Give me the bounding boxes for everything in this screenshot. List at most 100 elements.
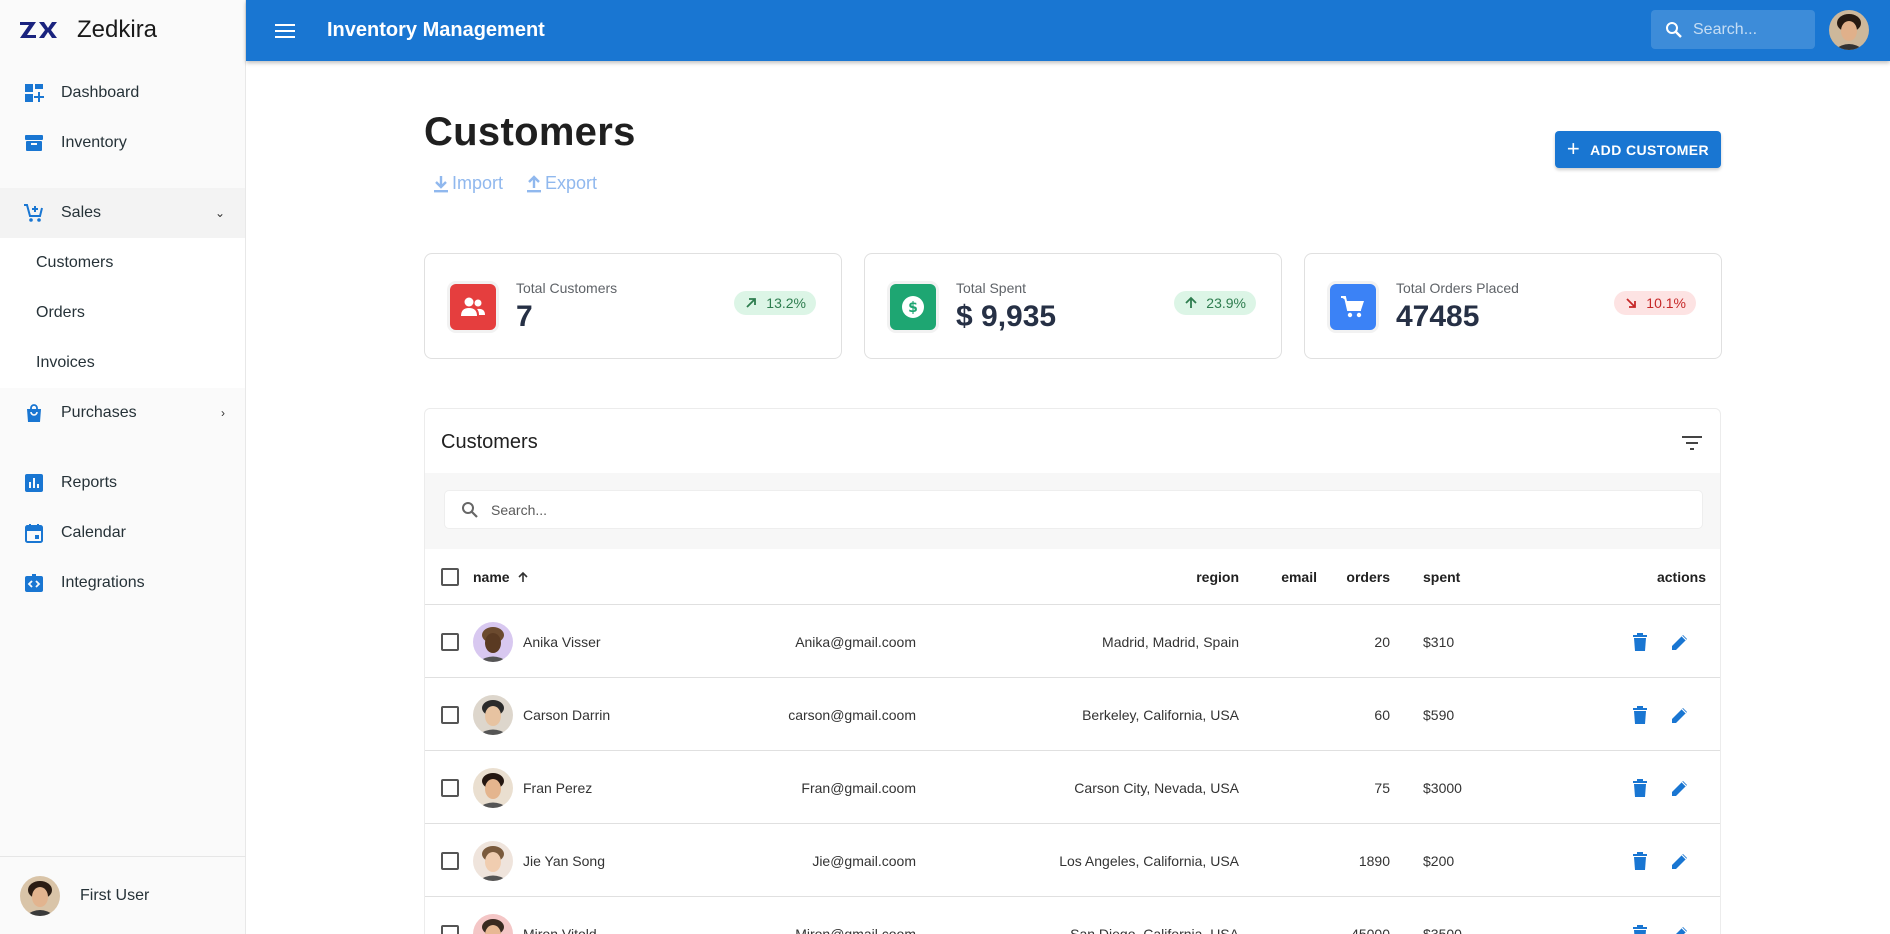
sidebar-item-integrations[interactable]: Integrations [0, 558, 245, 608]
orders-cell: 75 [425, 751, 1390, 824]
actions-cell [1628, 678, 1692, 751]
trend-badge: 10.1% [1614, 291, 1696, 315]
table-search-input[interactable] [491, 501, 1591, 518]
table-row[interactable]: Carson Darrin carson@gmail.coom Berkeley… [425, 678, 1720, 751]
column-header-label: actions [1656, 569, 1706, 585]
edit-icon[interactable] [1668, 922, 1692, 934]
customer-orders: 1890 [1358, 852, 1390, 869]
sidebar-item-label: Reports [61, 474, 118, 491]
delete-icon[interactable] [1628, 922, 1652, 934]
table-header: name email region orders spent actions [425, 549, 1720, 605]
app-title: Inventory Management [327, 19, 545, 41]
spent-cell: $590 [1423, 678, 1454, 751]
stat-value: 47485 [1396, 300, 1480, 333]
calendar-icon [22, 521, 46, 545]
edit-icon[interactable] [1668, 849, 1692, 873]
sidebar-item-dashboard[interactable]: Dashboard [0, 68, 245, 118]
search-icon [1666, 21, 1682, 38]
sidebar-item-reports[interactable]: Reports [0, 458, 245, 508]
orders-cell: 20 [425, 605, 1390, 678]
global-search-input[interactable] [1693, 20, 1803, 39]
actions-cell [1628, 824, 1692, 897]
customer-spent: $3500 [1423, 925, 1462, 934]
integrations-icon [22, 571, 46, 595]
stat-value: $ 9,935 [956, 300, 1057, 333]
export-button[interactable]: Export [525, 173, 597, 194]
stat-card-total-spent: $ Total Spent $ 9,935 23.9% [864, 253, 1282, 359]
svg-text:$: $ [908, 300, 918, 316]
search-icon [462, 501, 478, 518]
sidebar-nav: Dashboard Inventory Sales ⌄ Customers Or… [0, 60, 245, 608]
table-search[interactable] [445, 491, 1702, 528]
orders-cell: 60 [425, 678, 1390, 751]
brand[interactable]: Zedkira [0, 0, 245, 60]
global-search[interactable] [1651, 10, 1815, 49]
edit-icon[interactable] [1668, 703, 1692, 727]
stat-label: Total Customers [516, 280, 618, 296]
chevron-right-icon: › [221, 406, 225, 420]
trend-badge: 13.2% [734, 291, 816, 315]
customer-orders: 20 [1374, 633, 1390, 650]
add-customer-label: ADD CUSTOMER [1590, 141, 1710, 158]
table-row[interactable]: Anika Visser Anika@gmail.coom Madrid, Ma… [425, 605, 1720, 678]
arrow-down-right-icon [1626, 298, 1637, 308]
sidebar-item-label: Orders [36, 304, 85, 321]
stat-label: Total Spent [956, 280, 1027, 296]
table-row[interactable]: Miron Vitold Miron@gmail.coom San Diego,… [425, 897, 1720, 934]
stat-label: Total Orders Placed [1396, 280, 1519, 296]
sidebar-item-purchases[interactable]: Purchases › [0, 388, 245, 438]
table-row[interactable]: Fran Perez Fran@gmail.coom Carson City, … [425, 751, 1720, 824]
import-button[interactable]: Import [432, 173, 503, 194]
customers-table-card: Customers name email region orders spent… [424, 408, 1721, 934]
stat-card-total-orders: Total Orders Placed 47485 10.1% [1304, 253, 1722, 359]
brand-name: Zedkira [77, 16, 158, 43]
customer-spent: $310 [1423, 633, 1455, 650]
actions-cell [1628, 605, 1692, 678]
sidebar-item-inventory[interactable]: Inventory [0, 118, 245, 168]
table-row[interactable]: Jie Yan Song Jie@gmail.coom Los Angeles,… [425, 824, 1720, 897]
stat-card-total-customers: Total Customers 7 13.2% [424, 253, 842, 359]
export-label: Export [545, 173, 598, 193]
customer-spent: $3000 [1423, 779, 1462, 796]
delete-icon[interactable] [1628, 630, 1652, 654]
menu-icon[interactable] [273, 19, 297, 43]
delete-icon[interactable] [1628, 849, 1652, 873]
orders-cell: 45000 [425, 897, 1390, 934]
stat-value: 7 [516, 300, 533, 333]
add-customer-button[interactable]: + ADD CUSTOMER [1555, 131, 1721, 168]
sidebar-item-customers[interactable]: Customers [0, 238, 245, 288]
sidebar-item-label: Sales [61, 204, 102, 221]
zedkira-logo-icon [20, 22, 57, 38]
cart-icon [1330, 284, 1376, 330]
actions-cell [1628, 751, 1692, 824]
edit-icon[interactable] [1668, 776, 1692, 800]
spent-cell: $3000 [1423, 751, 1462, 824]
spent-cell: $310 [1423, 605, 1454, 678]
filter-icon[interactable] [1680, 431, 1704, 455]
edit-icon[interactable] [1668, 630, 1692, 654]
sidebar-item-sales[interactable]: Sales ⌄ [0, 188, 245, 238]
cart-plus-icon [22, 201, 46, 225]
sidebar-item-label: Customers [36, 254, 114, 271]
sidebar-item-orders[interactable]: Orders [0, 288, 245, 338]
sidebar-item-label: Purchases [61, 404, 137, 421]
shopping-bag-icon [22, 401, 46, 425]
avatar [20, 875, 60, 916]
sidebar-user[interactable]: First User [0, 856, 246, 934]
download-icon [434, 175, 448, 192]
delete-icon[interactable] [1628, 703, 1652, 727]
upload-icon [527, 174, 542, 192]
user-name: First User [80, 886, 150, 904]
import-label: Import [452, 173, 504, 193]
account-avatar[interactable] [1829, 10, 1869, 50]
delete-icon[interactable] [1628, 776, 1652, 800]
chevron-down-icon: ⌄ [214, 206, 225, 220]
sidebar-item-invoices[interactable]: Invoices [0, 338, 245, 388]
table-toolbar [425, 473, 1720, 549]
sidebar-item-label: Invoices [36, 354, 95, 371]
orders-cell: 1890 [425, 824, 1390, 897]
sidebar: Zedkira Dashboard Inventory Sales ⌄ Cust… [0, 0, 246, 934]
sidebar-item-calendar[interactable]: Calendar [0, 508, 245, 558]
